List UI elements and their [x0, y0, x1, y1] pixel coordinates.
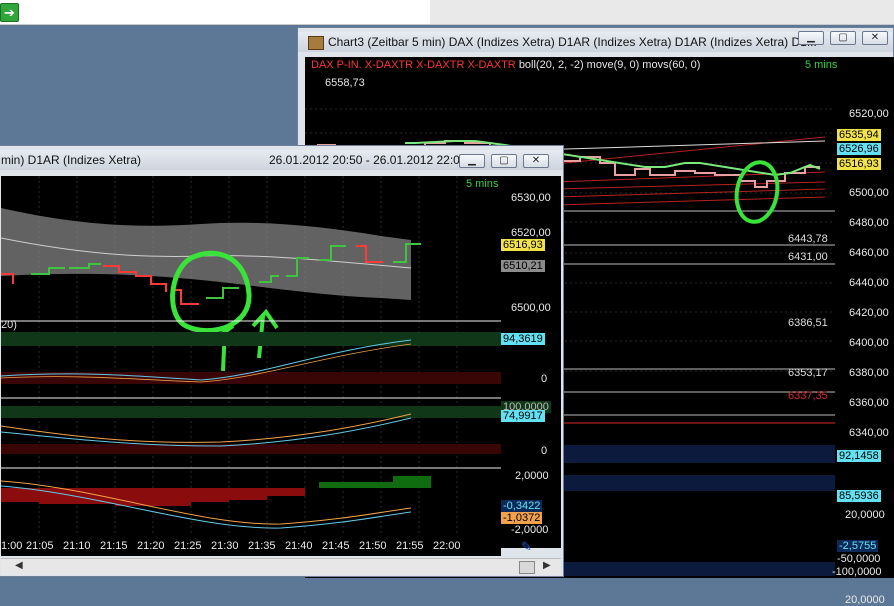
scroll-left-arrow-icon[interactable]: ◀	[15, 560, 23, 571]
chart3-osc-band-2	[560, 475, 835, 491]
level-label: 6353,17	[788, 367, 828, 379]
maximize-button[interactable]: ▢	[491, 154, 517, 168]
indicator-1-label: 20)	[1, 319, 17, 331]
close-button[interactable]: ✕	[862, 31, 888, 45]
draw-tool-icon[interactable]: ✎	[521, 540, 535, 554]
scroll-thumb[interactable]	[519, 561, 535, 574]
maximize-button[interactable]: ▢	[830, 31, 856, 45]
scroll-right-arrow-icon[interactable]: ▶	[543, 560, 551, 571]
small-chart-price-axis: 6530,00 6520,00 6500,00 6516,93 6510,21 …	[501, 176, 561, 548]
osc-axis-label: -100,0000	[832, 566, 882, 578]
osc-axis-label: 20,0000	[845, 594, 885, 606]
osc-tag: 85,5936	[837, 490, 881, 502]
osc-axis-label: -50,0000	[837, 553, 881, 565]
small-chart-window: min) D1AR (Indizes Xetra) 26.01.2012 20:…	[0, 145, 564, 577]
indicator-2-axis: 0	[541, 445, 548, 457]
indicator-3-tag: -0,3422	[501, 500, 543, 512]
level-label: 6431,00	[788, 251, 828, 263]
price-tag-bb-upper: 6535,94	[837, 129, 881, 141]
chart3-title: Chart3 (Zeitbar 5 min) DAX (Indizes Xetr…	[328, 35, 817, 49]
osc-axis-label: 20,0000	[845, 509, 885, 521]
indicator-2-tag: 74,9917	[501, 410, 545, 422]
chart-app-icon	[308, 36, 324, 50]
small-chart-plot[interactable]: 5 mins 20)	[1, 176, 501, 548]
chart3-osc-band-1	[560, 445, 835, 463]
small-chart-time-axis: 1:00 21:05 21:10 21:15 21:20 21:25 21:30…	[1, 538, 501, 556]
minimize-button[interactable]: ▁	[798, 31, 824, 45]
price-tag-last: 6516,93	[501, 239, 545, 251]
price-tag-ma: 6510,21	[501, 260, 545, 272]
price-tag-ma: 6526,96	[837, 143, 881, 155]
indicator-3-axis: 2,0000	[515, 470, 549, 482]
small-chart-title: min) D1AR (Indizes Xetra)	[1, 153, 142, 167]
indicator-1-tag: 94,3619	[501, 333, 545, 345]
level-label: 6443,78	[788, 233, 828, 245]
level-label: 6337,35	[788, 390, 828, 402]
toolbar-right-area	[430, 0, 894, 24]
go-arrow-icon[interactable]: ➔	[0, 3, 19, 22]
indicator-3-tag: -1,0372	[501, 512, 543, 524]
osc-tag: 92,1458	[837, 450, 881, 462]
top-toolbar: ➔	[0, 0, 894, 25]
small-chart-svg	[1, 176, 501, 536]
indicator-3-axis: -2,0000	[511, 524, 549, 536]
minimize-button[interactable]: ▁	[459, 154, 485, 168]
price-tag-last: 6516,93	[837, 158, 881, 170]
close-button[interactable]: ✕	[523, 154, 549, 168]
osc-tag: -2,5755	[837, 540, 879, 552]
chart3-osc-band-3	[560, 562, 835, 576]
indicator-1-axis: 0	[541, 373, 548, 385]
small-chart-range: 26.01.2012 20:50 - 26.01.2012 22:05	[269, 153, 467, 167]
level-label: 6386,51	[788, 317, 828, 329]
horizontal-scrollbar[interactable]: ◀ ▶	[1, 558, 561, 575]
